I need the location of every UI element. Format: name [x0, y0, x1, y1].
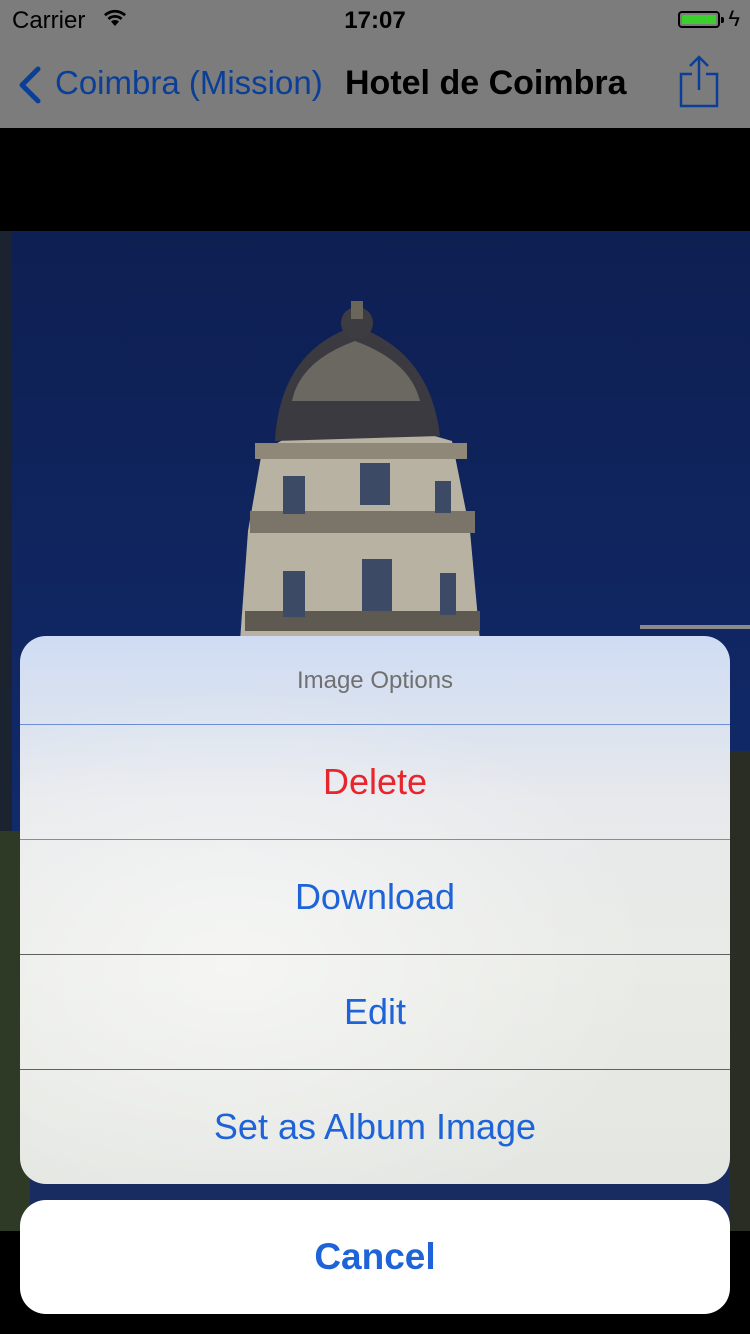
delete-button[interactable]: Delete: [20, 725, 730, 840]
download-button[interactable]: Download: [20, 840, 730, 955]
set-as-album-image-button[interactable]: Set as Album Image: [20, 1070, 730, 1184]
image-options-action-sheet: Image Options Delete Download Edit Set a…: [20, 636, 730, 1184]
status-bar: Carrier 17:07 ϟ: [0, 0, 750, 40]
photo-letterbox-top: [0, 128, 750, 231]
action-sheet-title: Image Options: [20, 636, 730, 725]
battery-icon: [678, 11, 724, 28]
page-title: Hotel de Coimbra: [345, 64, 627, 102]
back-button[interactable]: Coimbra (Mission): [55, 64, 323, 102]
back-chevron-icon[interactable]: [14, 65, 46, 105]
edit-button[interactable]: Edit: [20, 955, 730, 1070]
share-icon[interactable]: [678, 54, 720, 110]
navigation-bar: Coimbra (Mission) Hotel de Coimbra: [0, 40, 750, 128]
cancel-button[interactable]: Cancel: [20, 1200, 730, 1314]
clock: 17:07: [344, 7, 406, 34]
charging-bolt-icon: ϟ: [728, 6, 740, 31]
battery-level: [682, 15, 716, 24]
